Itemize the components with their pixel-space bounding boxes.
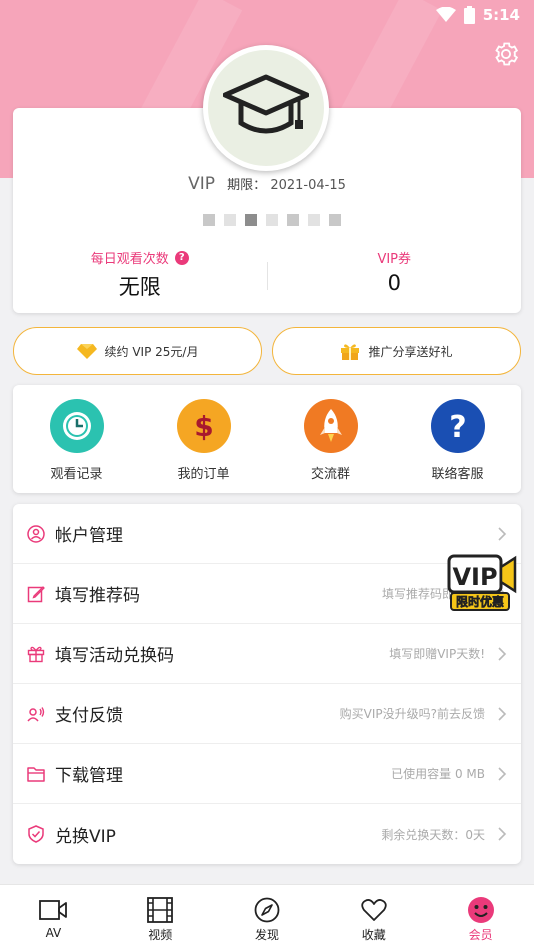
menu-hint: 已使用容量 0 MB (391, 767, 485, 781)
quick-label: 观看记录 (50, 467, 103, 482)
masked-username (203, 214, 341, 226)
renew-vip-label: 续约 VIP 25元/月 (104, 344, 199, 359)
menu-account-management[interactable]: 帐户管理 (13, 504, 521, 564)
menu-label: 兑换VIP (55, 826, 116, 847)
menu-download-management[interactable]: 下载管理 已使用容量 0 MB (13, 744, 521, 804)
shield-check-icon (26, 824, 46, 844)
nav-label: 发现 (254, 928, 279, 942)
user-icon (26, 524, 46, 544)
gear-icon[interactable] (492, 40, 520, 68)
menu-hint: 购买VIP没升级吗?前去反馈 (339, 707, 485, 721)
status-time: 5:14 (482, 6, 520, 24)
stat-value: 0 (387, 271, 401, 295)
smiley-icon (467, 896, 495, 924)
share-promo-label: 推广分享送好礼 (368, 344, 453, 359)
battery-icon (463, 6, 475, 24)
compass-icon (253, 896, 281, 924)
video-camera-icon (39, 896, 68, 924)
graduation-cap-icon (223, 74, 309, 134)
vip-badge-title: VIP (452, 563, 497, 591)
nav-label: AV (45, 926, 62, 940)
quick-actions: 观看记录 $ 我的订单 交流群 ? 联络客服 (13, 385, 521, 493)
menu-redeem-vip[interactable]: 兑换VIP 剩余兑换天数：0天 (13, 804, 521, 864)
vip-expiry-line: VIP 期限： 2021-04-15 (13, 174, 521, 194)
status-bar: 5:14 (435, 4, 520, 26)
nav-av[interactable]: AV (0, 885, 107, 949)
heart-icon (360, 896, 388, 924)
help-icon[interactable]: ? (174, 250, 189, 265)
avatar[interactable] (203, 45, 329, 171)
nav-videos[interactable]: 视频 (107, 885, 214, 949)
quick-label: 联络客服 (431, 467, 484, 482)
share-promo-button[interactable]: 推广分享送好礼 (272, 327, 521, 375)
edit-icon (26, 584, 46, 604)
chevron-right-icon (498, 766, 507, 781)
stat-value: 无限 (118, 275, 161, 299)
quick-watch-history[interactable]: 观看记录 (13, 385, 140, 493)
vip-tag: VIP (188, 174, 216, 194)
menu-payment-feedback[interactable]: 支付反馈 购买VIP没升级吗?前去反馈 (13, 684, 521, 744)
quick-label: 交流群 (310, 467, 350, 482)
promo-row: 续约 VIP 25元/月 推广分享送好礼 (13, 327, 521, 375)
stats-row: 每日观看次数 ? 无限 VIP券 0 (13, 248, 521, 302)
menu-label: 支付反馈 (55, 706, 123, 726)
question-icon: ? (430, 399, 485, 453)
chevron-right-icon (498, 646, 507, 661)
svg-text:$: $ (194, 410, 213, 443)
gift-icon (26, 644, 46, 664)
nav-label: 视频 (148, 928, 173, 942)
menu-activity-code[interactable]: 填写活动兑换码 填写即赠VIP天数! (13, 624, 521, 684)
dollar-icon: $ (176, 399, 231, 453)
menu-hint: 剩余兑换天数：0天 (381, 827, 485, 842)
quick-customer-service[interactable]: ? 联络客服 (394, 385, 521, 493)
quick-community-group[interactable]: 交流群 (267, 385, 394, 493)
folder-icon (26, 764, 46, 784)
quick-my-orders[interactable]: $ 我的订单 (140, 385, 267, 493)
chevron-right-icon (498, 827, 507, 841)
expiry-date: 2021-04-15 (270, 178, 346, 193)
feedback-icon (26, 704, 46, 724)
menu-label: 填写推荐码 (55, 586, 140, 606)
stat-label: VIP券 (377, 252, 412, 267)
menu-label: 帐户管理 (55, 526, 123, 546)
wifi-icon (435, 7, 456, 22)
menu-label: 填写活动兑换码 (55, 646, 174, 666)
quick-label: 我的订单 (177, 467, 230, 482)
menu-referral-code[interactable]: 填写推荐码 填写推荐码即赠VIP (13, 564, 521, 624)
settings-menu: 帐户管理 填写推荐码 填写推荐码即赠VIP 填写活动兑换码 填写即赠VIP天数!… (13, 504, 521, 864)
menu-hint: 填写即赠VIP天数! (389, 647, 485, 661)
stat-label: 每日观看次数 (90, 252, 169, 267)
vip-badge-subtitle: 限时优惠 (456, 594, 504, 609)
chevron-right-icon (498, 526, 507, 541)
rocket-icon (303, 399, 358, 453)
stat-vip-coupons[interactable]: VIP券 0 (268, 248, 522, 302)
gift-icon (341, 344, 360, 360)
vip-limited-offer-badge[interactable]: VIP 限时优惠 (447, 553, 517, 613)
menu-label: 下载管理 (55, 766, 123, 786)
expiry-label: 期限： (227, 178, 267, 193)
film-icon (146, 896, 174, 924)
clock-icon (49, 399, 104, 453)
bottom-navigation: AV 视频 发现 收藏 会员 (0, 884, 534, 949)
nav-label: 收藏 (361, 928, 386, 942)
stat-daily-views[interactable]: 每日观看次数 ? 无限 (13, 248, 267, 302)
svg-text:?: ? (449, 410, 466, 444)
nav-discover[interactable]: 发现 (214, 885, 321, 949)
chevron-right-icon (498, 706, 507, 721)
nav-member[interactable]: 会员 (427, 885, 534, 949)
diamond-icon (76, 344, 97, 359)
nav-favorites[interactable]: 收藏 (320, 885, 427, 949)
renew-vip-button[interactable]: 续约 VIP 25元/月 (13, 327, 262, 375)
nav-label: 会员 (468, 928, 493, 942)
